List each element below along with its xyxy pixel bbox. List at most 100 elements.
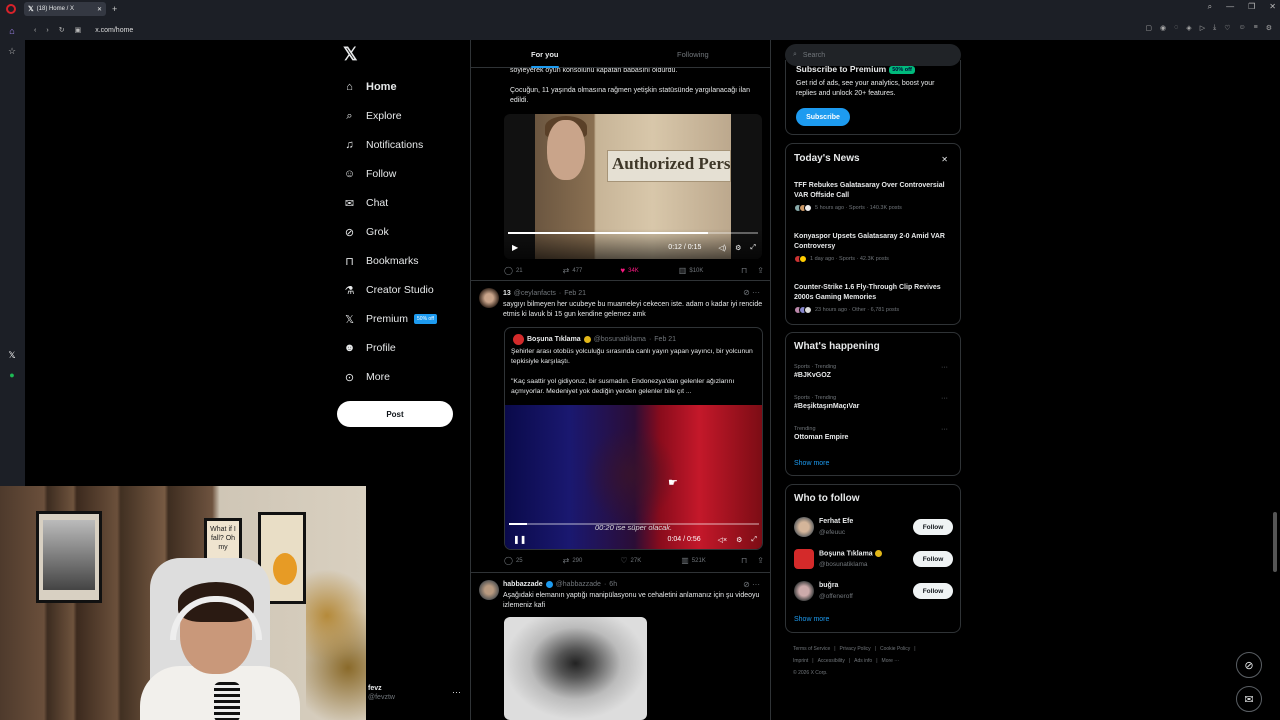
video-progress[interactable]	[509, 523, 759, 525]
scrollbar[interactable]	[1273, 512, 1277, 572]
news-item[interactable]: Counter-Strike 1.6 Fly-Through Clip Revi…	[794, 283, 956, 314]
author-handle[interactable]: @ceylanfacts	[514, 290, 556, 297]
like-button[interactable]: ♡ 27K	[620, 556, 641, 565]
nav-follow[interactable]: ☺ Follow	[343, 165, 396, 183]
more-icon[interactable]: ···	[941, 364, 948, 371]
forward-icon[interactable]: ›	[46, 27, 48, 34]
nav-profile[interactable]: ☻ Profile	[343, 339, 396, 357]
fullscreen-icon[interactable]: ⤢	[750, 244, 756, 252]
follow-button[interactable]: Follow	[913, 583, 953, 599]
extension-icon[interactable]: ◌	[1174, 24, 1178, 32]
nav-notifications[interactable]: ♫ Notifications	[343, 136, 423, 154]
tab-for-you[interactable]: For you	[531, 50, 559, 68]
reply-button[interactable]: ◯ 21	[504, 266, 523, 275]
repost-button[interactable]: ⇄ 290	[563, 556, 583, 565]
close-tab-icon[interactable]: ✕	[97, 6, 102, 13]
maximize-icon[interactable]: ❐	[1248, 2, 1255, 12]
tweet-video[interactable]	[504, 617, 647, 720]
messages-float-icon[interactable]: ✉	[1236, 686, 1262, 712]
trend-item[interactable]: Trending Ottoman Empire ···	[794, 426, 956, 441]
subscribe-button[interactable]: Subscribe	[796, 108, 850, 126]
footer-link[interactable]: Imprint	[793, 658, 808, 664]
heart-icon[interactable]: ♡	[1224, 24, 1230, 32]
share-button[interactable]: ⇪	[757, 266, 764, 275]
show-more-link[interactable]: Show more	[794, 616, 829, 623]
nav-chat[interactable]: ✉ Chat	[343, 194, 388, 212]
video-progress[interactable]	[508, 232, 758, 234]
tweet-date[interactable]: 6h	[609, 581, 617, 588]
reload-icon[interactable]: ↻	[59, 26, 65, 34]
footer-link[interactable]: Ads info	[854, 658, 872, 664]
minimize-icon[interactable]: —	[1226, 2, 1234, 12]
news-item[interactable]: Konyaspor Upsets Galatasaray 2-0 Amid VA…	[794, 232, 956, 263]
close-window-icon[interactable]: ✕	[1269, 2, 1276, 12]
show-more-link[interactable]: Show more	[794, 460, 829, 467]
footer-link[interactable]: More ···	[882, 658, 900, 664]
quoted-tweet[interactable]: Boşuna Tıklama @bosunatiklama · Feb 21 Ş…	[504, 327, 763, 550]
x-logo-icon[interactable]: 𝕏	[343, 44, 358, 65]
author-name[interactable]: 13	[503, 290, 511, 297]
volume-icon[interactable]: ◁)	[718, 244, 726, 252]
back-icon[interactable]: ‹	[34, 27, 36, 34]
avatar[interactable]	[479, 580, 499, 600]
more-icon[interactable]: ⊘ ···	[743, 288, 760, 297]
pause-icon[interactable]: ❚❚	[513, 535, 526, 544]
views-button[interactable]: ▥ 521K	[681, 556, 706, 565]
repost-button[interactable]: ⇄ 477	[563, 266, 583, 275]
more-icon[interactable]: ···	[941, 395, 948, 402]
nav-grok[interactable]: ⊘ Grok	[343, 223, 389, 241]
bookmark-button[interactable]: ⊓	[741, 266, 747, 275]
avatar[interactable]	[794, 581, 814, 601]
download-icon[interactable]: ⤓	[1213, 24, 1216, 32]
url-field[interactable]: x.com/home	[95, 27, 133, 34]
quote-video[interactable]: 00:20 ise süper olacak. ❚❚ 0:04 / 0:56 ◁…	[505, 405, 762, 549]
follow-button[interactable]: Follow	[913, 551, 953, 567]
more-icon[interactable]: ···	[941, 426, 948, 433]
menu-icon[interactable]: ≡	[1254, 24, 1258, 32]
grok-float-icon[interactable]: ⊘	[1236, 652, 1262, 678]
follow-button[interactable]: Follow	[913, 519, 953, 535]
spotify-icon[interactable]: ●	[6, 370, 18, 382]
trend-item[interactable]: Sports · Trending #BJKvGOZ ···	[794, 364, 956, 379]
author-handle[interactable]: @habbazzade	[556, 581, 601, 588]
news-item[interactable]: TFF Rebukes Galatasaray Over Controversi…	[794, 181, 956, 212]
nav-bookmarks[interactable]: ⊓ Bookmarks	[343, 252, 418, 270]
close-icon[interactable]: ✕	[941, 155, 948, 164]
nav-premium[interactable]: 𝕏 Premium 50% off	[343, 310, 437, 328]
views-button[interactable]: ▥ $10K	[679, 266, 704, 275]
extension-icon[interactable]: ▢	[1145, 24, 1152, 32]
opera-logo-icon[interactable]	[6, 4, 16, 14]
footer-link[interactable]: Cookie Policy	[880, 646, 910, 652]
tweet-date[interactable]: Feb 21	[564, 290, 586, 297]
avatar[interactable]	[479, 288, 499, 308]
post-button[interactable]: Post	[337, 401, 453, 427]
extension-icon[interactable]: ◈	[1186, 24, 1191, 32]
new-tab-icon[interactable]: +	[112, 4, 117, 14]
volume-muted-icon[interactable]: ◁×	[718, 536, 727, 544]
settings-icon[interactable]: ⚙	[1266, 24, 1272, 32]
fullscreen-icon[interactable]: ⤢	[751, 536, 757, 544]
trend-item[interactable]: Sports · Trending #BeşiktaşınMaçıVar ···	[794, 395, 956, 410]
more-icon[interactable]: ···	[452, 687, 461, 697]
browser-tab[interactable]: 𝕏 (18) Home / X ✕	[24, 2, 106, 16]
search-tabs-icon[interactable]: ⌕	[1208, 2, 1212, 12]
settings-icon[interactable]: ⚙	[736, 536, 742, 544]
camera-icon[interactable]: ◉	[1160, 24, 1166, 32]
avatar[interactable]	[794, 517, 814, 537]
nav-more[interactable]: ⊙ More	[343, 368, 390, 386]
suggestion-name[interactable]: Ferhat Efe	[819, 518, 853, 525]
tweet-video[interactable]: Authorized Pers ▶ 0:12 / 0:15 ◁) ⚙ ⤢	[504, 114, 762, 259]
tab-following[interactable]: Following	[677, 50, 709, 59]
x-logo-icon[interactable]: 𝕏	[6, 350, 18, 362]
pinboard-icon[interactable]: ☆	[6, 46, 18, 58]
account-switcher[interactable]: fevz @fevztw	[368, 685, 395, 701]
home-icon[interactable]: ⌂	[6, 26, 18, 38]
profile-icon[interactable]: ☺	[1238, 24, 1245, 32]
footer-link[interactable]: Terms of Service	[793, 646, 830, 652]
author-name[interactable]: habbazzade	[503, 581, 543, 588]
nav-explore[interactable]: ⌕ Explore	[343, 107, 401, 125]
suggestion-name-row[interactable]: Boşuna Tıklama	[819, 550, 882, 557]
share-button[interactable]: ⇪	[757, 556, 764, 565]
reply-button[interactable]: ◯ 25	[504, 556, 523, 565]
nav-creator-studio[interactable]: ⚗ Creator Studio	[343, 281, 434, 299]
